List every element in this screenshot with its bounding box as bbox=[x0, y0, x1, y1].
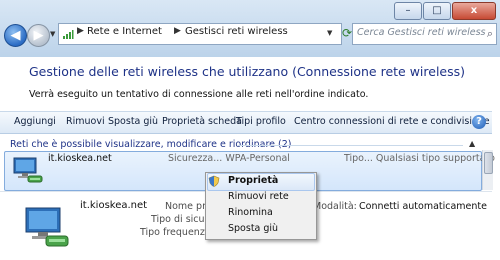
close-button[interactable]: x bbox=[452, 2, 496, 20]
search-icon[interactable]: ⌕ bbox=[487, 27, 493, 41]
menu-item-rename[interactable]: Rinomina bbox=[228, 207, 273, 218]
back-button[interactable]: ◀ bbox=[4, 24, 27, 47]
breadcrumb-separator-icon[interactable]: ▶ bbox=[77, 26, 84, 36]
details-mode-value: Connetti automaticamente bbox=[359, 201, 487, 212]
remove-button[interactable]: Rimuovi bbox=[66, 116, 105, 127]
network-center-button[interactable]: Centro connessioni di rete e condivision… bbox=[294, 116, 490, 127]
menu-item-move-down[interactable]: Sposta giù bbox=[228, 223, 278, 234]
move-down-button[interactable]: Sposta giù bbox=[108, 116, 158, 127]
wireless-network-icon bbox=[13, 157, 43, 183]
network-security: Sicurezza... WPA-Personal bbox=[168, 153, 290, 164]
toolbar: Aggiungi Rimuovi Sposta giù Proprietà sc… bbox=[0, 111, 492, 134]
shield-icon bbox=[208, 175, 220, 187]
minimize-button[interactable]: – bbox=[394, 2, 422, 20]
search-box[interactable]: Cerca Gestisci reti wireless ⌕ bbox=[352, 23, 497, 45]
profile-types-button[interactable]: Tipi profilo bbox=[236, 116, 286, 127]
collapse-group-icon[interactable]: ▲ bbox=[469, 139, 475, 148]
breadcrumb-rete-internet[interactable]: Rete e Internet bbox=[87, 26, 162, 37]
address-dropdown-icon[interactable]: ▼ bbox=[327, 29, 332, 37]
menu-item-remove-network[interactable]: Rimuovi rete bbox=[228, 191, 289, 202]
recent-pages-dropdown-icon[interactable]: ▼ bbox=[50, 30, 55, 38]
network-signal-icon bbox=[63, 30, 74, 39]
help-icon[interactable]: ? bbox=[472, 115, 486, 129]
menu-item-properties[interactable]: Proprietà bbox=[228, 175, 278, 186]
scrollbar-thumb[interactable] bbox=[484, 152, 493, 174]
breadcrumb-gestisci-reti[interactable]: Gestisci reti wireless bbox=[185, 26, 288, 37]
window-controls: – □ x bbox=[393, 2, 496, 20]
page-description: Verrà eseguito un tentativo di connessio… bbox=[29, 89, 369, 100]
details-network-name: it.kioskea.net bbox=[80, 200, 148, 211]
page-title: Gestione delle reti wireless che utilizz… bbox=[29, 64, 466, 79]
address-bar[interactable]: ▶ Rete e Internet ▶ Gestisci reti wirele… bbox=[58, 23, 342, 45]
network-name: it.kioskea.net bbox=[48, 153, 112, 164]
adapter-properties-button[interactable]: Proprietà scheda bbox=[162, 116, 242, 127]
forward-button[interactable]: ▶ bbox=[27, 24, 50, 47]
network-details-icon bbox=[25, 207, 69, 247]
group-divider bbox=[238, 145, 463, 146]
add-button[interactable]: Aggiungi bbox=[14, 116, 56, 127]
maximize-button[interactable]: □ bbox=[423, 2, 451, 20]
breadcrumb-separator-icon[interactable]: ▶ bbox=[174, 26, 181, 36]
search-input[interactable]: Cerca Gestisci reti wireless bbox=[357, 27, 485, 38]
details-label-mode: Modalità: bbox=[313, 201, 357, 212]
network-type: Tipo... Qualsiasi tipo supportato bbox=[344, 153, 495, 164]
